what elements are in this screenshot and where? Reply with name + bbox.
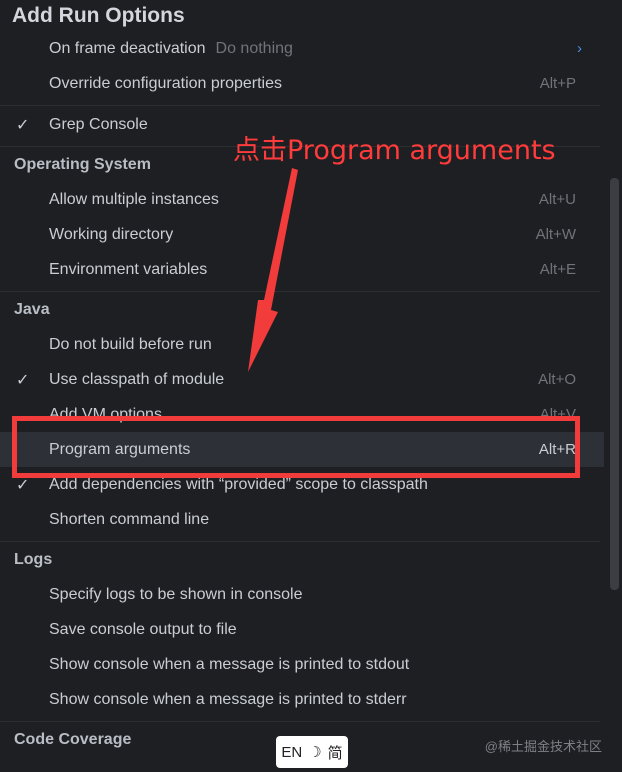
ime-language: EN: [281, 743, 303, 761]
watermark: @稀土掘金技术社区: [484, 739, 602, 754]
ime-indicator[interactable]: EN ☽ 简: [276, 736, 348, 768]
ime-mode: 简: [327, 744, 343, 762]
annotation-highlight-box: [12, 416, 580, 478]
annotation-arrow-icon: [248, 168, 298, 372]
run-options-popup: Add Run Options On frame deactivation Do …: [0, 0, 622, 772]
moon-icon: ☽: [308, 744, 322, 761]
